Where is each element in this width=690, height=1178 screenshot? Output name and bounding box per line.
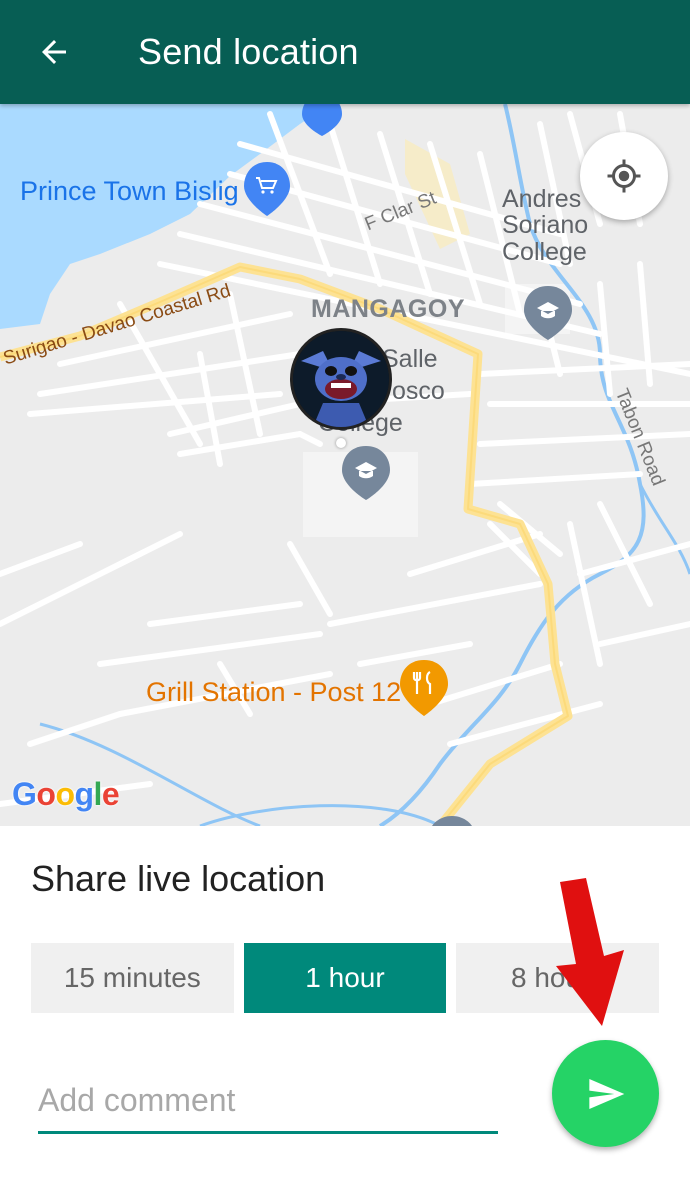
google-logo-letter: l bbox=[93, 776, 103, 812]
app-bar: Send location bbox=[0, 0, 690, 104]
shopping-pin-icon-2 bbox=[244, 162, 290, 216]
annotation-arrow-icon bbox=[556, 878, 624, 1026]
poi-label-andres-line3: College bbox=[502, 237, 587, 266]
my-location-button[interactable] bbox=[580, 132, 668, 220]
shopping-pin-icon bbox=[302, 104, 342, 136]
page-title: Send location bbox=[138, 31, 359, 72]
send-location-screen: Send location Prince Town Bislig F Clar … bbox=[0, 0, 690, 1178]
duration-option-1-hour[interactable]: 1 hour bbox=[243, 943, 447, 1013]
comment-field bbox=[38, 1074, 498, 1134]
duration-option-15-minutes[interactable]: 15 minutes bbox=[31, 943, 234, 1013]
map-view[interactable]: Prince Town Bislig F Clar St Andres Sori… bbox=[0, 104, 690, 826]
arrow-left-icon bbox=[42, 40, 66, 64]
area-label-mangagoy: MANGAGOY bbox=[311, 295, 465, 323]
poi-label-andres-line1: Andres bbox=[502, 185, 582, 213]
my-location-icon bbox=[607, 159, 641, 193]
share-live-location-title: Share live location bbox=[31, 858, 326, 899]
poi-label-grill-station[interactable]: Grill Station - Post 12 bbox=[146, 678, 401, 707]
place-pin-icon bbox=[432, 816, 472, 826]
google-logo-letter: e bbox=[101, 776, 120, 812]
google-logo-letter: G bbox=[12, 776, 37, 812]
poi-label-andres-line2: Soriano bbox=[502, 211, 589, 240]
google-logo-letter: o bbox=[36, 776, 56, 812]
google-logo-letter: g bbox=[74, 776, 94, 812]
location-dot bbox=[336, 438, 346, 448]
avatar-image-icon bbox=[293, 331, 389, 427]
send-icon bbox=[588, 1078, 624, 1109]
poi-label-college-line2: osco bbox=[392, 377, 445, 405]
poi-label-andres-soriano[interactable]: Andres Soriano College bbox=[502, 186, 588, 265]
google-logo: Google bbox=[12, 776, 120, 813]
back-button[interactable] bbox=[26, 24, 82, 80]
poi-label-prince-town[interactable]: Prince Town Bislig bbox=[20, 177, 239, 206]
comment-input[interactable] bbox=[38, 1074, 498, 1126]
user-location-avatar[interactable] bbox=[290, 328, 392, 430]
restaurant-pin-icon bbox=[400, 660, 448, 716]
send-button[interactable] bbox=[552, 1040, 659, 1147]
google-logo-letter: o bbox=[55, 776, 75, 812]
